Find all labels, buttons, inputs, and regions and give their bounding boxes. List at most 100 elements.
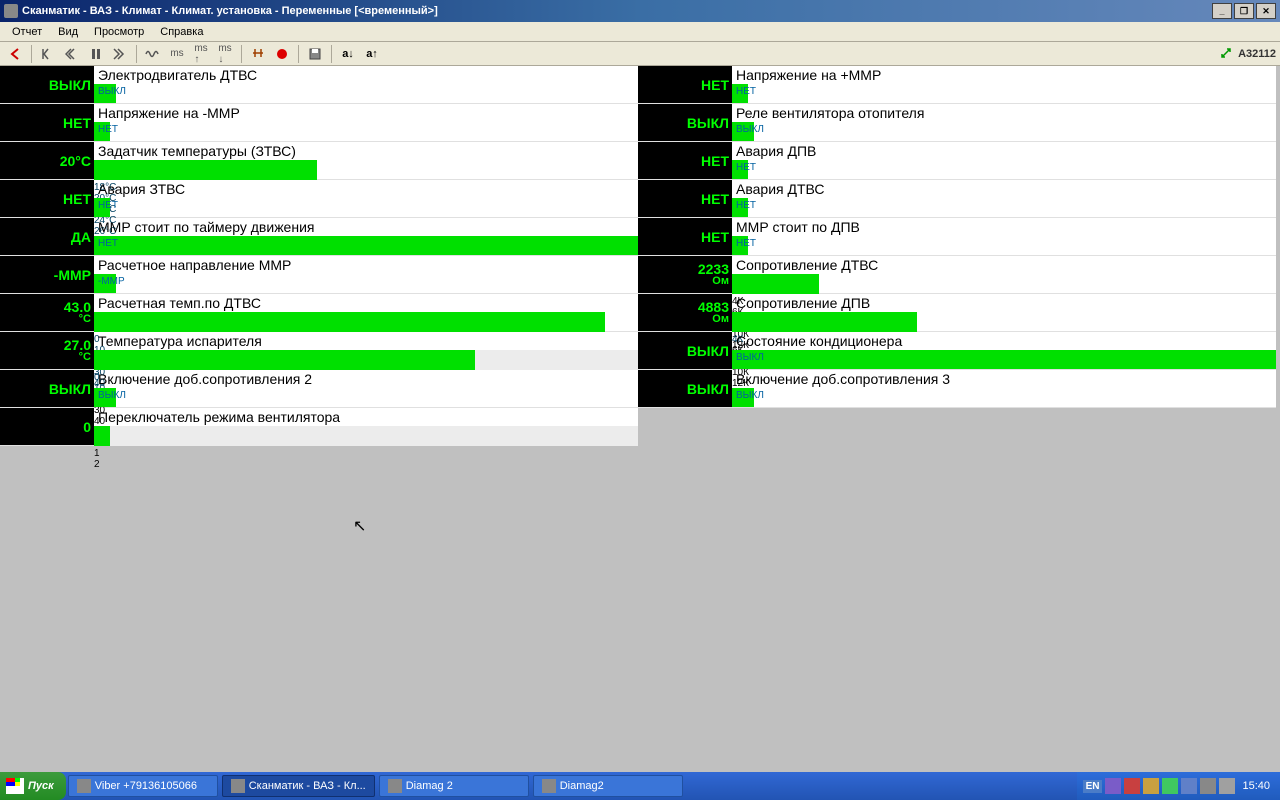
wave-icon[interactable]: [142, 44, 164, 64]
value-cell: НЕТ: [0, 104, 94, 141]
value-cell: 2233Ом: [638, 256, 732, 293]
value-cell: ДА: [0, 218, 94, 255]
app-icon: [231, 779, 245, 793]
status-text: ВЫКЛ: [736, 352, 764, 363]
tray-icon[interactable]: [1219, 778, 1235, 794]
value-text: НЕТ: [63, 192, 91, 206]
tray-icon[interactable]: [1105, 778, 1121, 794]
start-label: Пуск: [28, 780, 54, 792]
row-bar: -ММР: [94, 274, 638, 293]
row-content: Авария ЗТВСНЕТ: [94, 180, 638, 217]
row-content: Реле вентилятора отопителяВЫКЛ: [732, 104, 1276, 141]
maximize-button[interactable]: ❐: [1234, 3, 1254, 19]
data-row[interactable]: 4883ОмСопротивление ДПВ02К4К6К8К10К12К14…: [638, 294, 1276, 332]
taskbar-item-label: Viber +79136105066: [95, 780, 197, 792]
prev-icon[interactable]: [61, 44, 83, 64]
scale-tick: 1: [94, 448, 638, 459]
clock[interactable]: 15:40: [1238, 780, 1274, 792]
marker-icon[interactable]: [247, 44, 269, 64]
data-row[interactable]: 0Переключатель режима вентилятора0А12: [0, 408, 638, 446]
status-text: ВЫКЛ: [736, 124, 764, 135]
row-bar: НЕТ: [732, 198, 1276, 217]
record-icon[interactable]: [271, 44, 293, 64]
taskbar-item[interactable]: Diamag2: [533, 775, 683, 797]
taskbar-item[interactable]: Viber +79136105066: [68, 775, 218, 797]
value-cell: НЕТ: [638, 142, 732, 179]
status-text: -ММР: [98, 276, 125, 287]
row-label: Авария ЗТВС: [94, 180, 638, 198]
data-row[interactable]: НЕТАвария ДПВНЕТ: [638, 142, 1276, 180]
start-button[interactable]: Пуск: [0, 772, 66, 800]
window-controls: _ ❐ ✕: [1212, 3, 1276, 19]
ms-down-icon[interactable]: ms↓: [214, 44, 236, 64]
value-text: ВЫКЛ: [49, 78, 91, 92]
status-code: A32112: [1238, 48, 1276, 60]
data-row[interactable]: НЕТАвария ДТВСНЕТ: [638, 180, 1276, 218]
row-bar: ВЫКЛ: [94, 84, 638, 103]
value-text: НЕТ: [701, 192, 729, 206]
first-icon[interactable]: [37, 44, 59, 64]
status-text: НЕТ: [736, 200, 756, 211]
menu-bar: Отчет Вид Просмотр Справка: [0, 22, 1280, 42]
value-text: НЕТ: [63, 116, 91, 130]
data-row[interactable]: ВЫКЛСостояние кондиционераВЫКЛ: [638, 332, 1276, 370]
value-text: ДА: [71, 230, 91, 244]
value-text: НЕТ: [701, 230, 729, 244]
tray-icon[interactable]: [1124, 778, 1140, 794]
value-cell: 27.0°C: [0, 332, 94, 369]
toolbar: ms ms↑ ms↓ a↓ a↑ A32112: [0, 42, 1280, 66]
row-label: Включение доб.сопротивления 2: [94, 370, 638, 388]
app-icon: [388, 779, 402, 793]
data-row[interactable]: НЕТНапряжение на -ММРНЕТ: [0, 104, 638, 142]
unit-text: Ом: [712, 276, 729, 287]
menu-browse[interactable]: Просмотр: [86, 24, 152, 40]
data-row[interactable]: НЕТАвария ЗТВСНЕТ: [0, 180, 638, 218]
data-row[interactable]: ВЫКЛВключение доб.сопротивления 2ВЫКЛ: [0, 370, 638, 408]
data-row[interactable]: НЕТНапряжение на +ММРНЕТ: [638, 66, 1276, 104]
row-content: Напряжение на -ММРНЕТ: [94, 104, 638, 141]
tray-icon[interactable]: [1200, 778, 1216, 794]
status-text: НЕТ: [736, 86, 756, 97]
ms-up-icon[interactable]: ms↑: [190, 44, 212, 64]
row-label: Электродвигатель ДТВС: [94, 66, 638, 84]
menu-view[interactable]: Вид: [50, 24, 86, 40]
tray-icon[interactable]: [1162, 778, 1178, 794]
save-icon[interactable]: [304, 44, 326, 64]
row-bar: min16°C18°C20°C22°C24°C26°C28°C: [94, 160, 638, 180]
data-row[interactable]: 20°CЗадатчик температуры (ЗТВС)min16°C18…: [0, 142, 638, 180]
value-text: НЕТ: [701, 78, 729, 92]
data-row[interactable]: -ММРРасчетное направление ММР-ММР: [0, 256, 638, 294]
row-label: Авария ДПВ: [732, 142, 1276, 160]
data-row[interactable]: 2233ОмСопротивление ДТВС02К4К6К8К10К12К1…: [638, 256, 1276, 294]
language-indicator[interactable]: EN: [1083, 780, 1103, 793]
menu-report[interactable]: Отчет: [4, 24, 50, 40]
tray-icon[interactable]: [1181, 778, 1197, 794]
sort-up-icon[interactable]: a↑: [361, 44, 383, 64]
taskbar-item[interactable]: Diamag 2: [379, 775, 529, 797]
data-row[interactable]: НЕТММР стоит по ДПВНЕТ: [638, 218, 1276, 256]
taskbar-item-label: Diamag2: [560, 780, 604, 792]
row-content: Расчетное направление ММР-ММР: [94, 256, 638, 293]
taskbar-item-label: Сканматик - ВАЗ - Кл...: [249, 780, 366, 792]
pause-icon[interactable]: [85, 44, 107, 64]
minimize-button[interactable]: _: [1212, 3, 1232, 19]
value-text: 4883: [698, 300, 729, 314]
row-content: ММР стоит по ДПВНЕТ: [732, 218, 1276, 255]
data-row[interactable]: ВЫКЛЭлектродвигатель ДТВСВЫКЛ: [0, 66, 638, 104]
row-label: Состояние кондиционера: [732, 332, 1276, 350]
data-row[interactable]: 43.0°CРасчетная темп.по ДТВС-20-10010203…: [0, 294, 638, 332]
taskbar-item[interactable]: Сканматик - ВАЗ - Кл...: [222, 775, 375, 797]
back-icon[interactable]: [4, 44, 26, 64]
row-bar: ВЫКЛ: [94, 388, 638, 407]
sort-down-icon[interactable]: a↓: [337, 44, 359, 64]
close-button[interactable]: ✕: [1256, 3, 1276, 19]
ms-icon[interactable]: ms: [166, 44, 188, 64]
menu-help[interactable]: Справка: [152, 24, 211, 40]
data-row[interactable]: ДАММР стоит по таймеру движенияНЕТ: [0, 218, 638, 256]
data-row[interactable]: 27.0°CТемпература испарителя-20-10010203…: [0, 332, 638, 370]
data-row[interactable]: ВЫКЛРеле вентилятора отопителяВЫКЛ: [638, 104, 1276, 142]
next-icon[interactable]: [109, 44, 131, 64]
data-row[interactable]: ВЫКЛВключение доб.сопротивления 3ВЫКЛ: [638, 370, 1276, 408]
row-bar: НЕТ: [94, 122, 638, 141]
tray-icon[interactable]: [1143, 778, 1159, 794]
